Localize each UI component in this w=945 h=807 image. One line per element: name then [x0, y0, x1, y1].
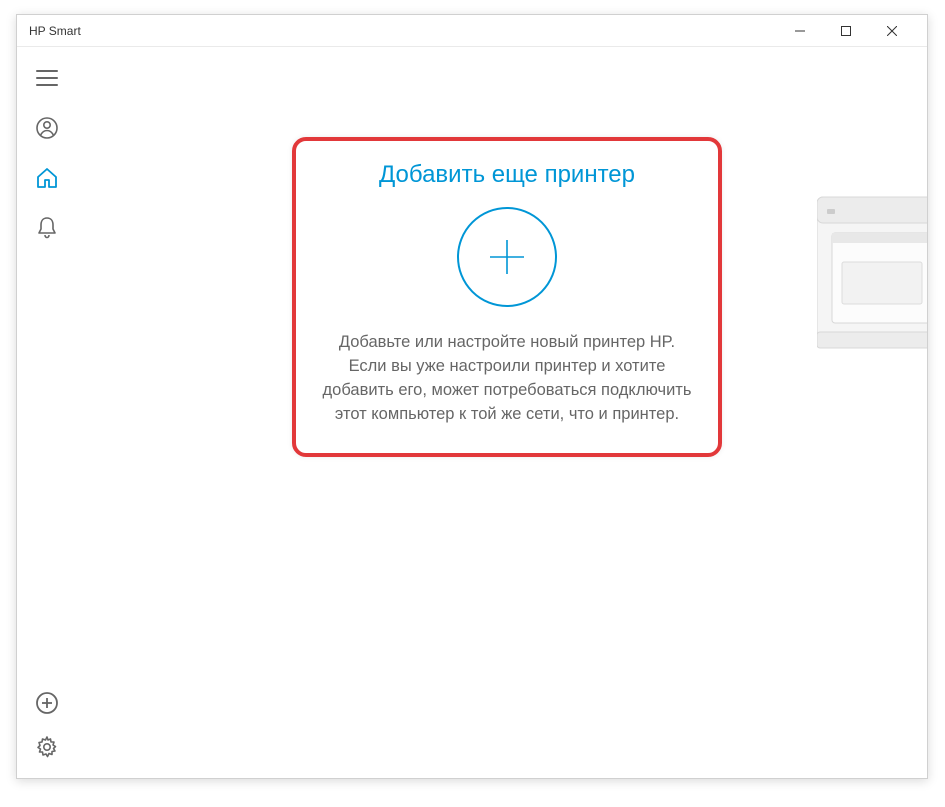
home-button[interactable]: [34, 165, 60, 191]
gear-icon: [35, 735, 59, 759]
content-area: Добавить еще принтер Добавьте или настро…: [17, 47, 927, 778]
printer-icon: [817, 177, 927, 377]
bell-icon: [36, 216, 58, 240]
add-button[interactable]: [34, 690, 60, 716]
hamburger-icon: [36, 68, 58, 88]
home-icon: [35, 166, 59, 190]
window-controls: [777, 15, 915, 47]
minimize-button[interactable]: [777, 15, 823, 47]
sidebar-bottom: [17, 690, 77, 760]
card-description: Добавьте или настройте новый принтер HP.…: [322, 331, 692, 427]
titlebar: HP Smart: [17, 15, 927, 47]
plus-circle-icon: [35, 691, 59, 715]
plus-icon: [482, 232, 532, 282]
settings-button[interactable]: [34, 734, 60, 760]
window-title: HP Smart: [29, 24, 81, 38]
maximize-button[interactable]: [823, 15, 869, 47]
sidebar-top: [17, 65, 77, 690]
add-printer-card[interactable]: Добавить еще принтер Добавьте или настро…: [292, 137, 722, 457]
add-printer-plus-button[interactable]: [457, 207, 557, 307]
sidebar: [17, 47, 77, 778]
account-icon: [35, 116, 59, 140]
maximize-icon: [841, 26, 851, 36]
notifications-button[interactable]: [34, 215, 60, 241]
card-title: Добавить еще принтер: [379, 161, 635, 189]
close-icon: [887, 26, 897, 36]
main-area: Добавить еще принтер Добавьте или настро…: [77, 47, 927, 778]
account-button[interactable]: [34, 115, 60, 141]
hamburger-button[interactable]: [34, 65, 60, 91]
close-button[interactable]: [869, 15, 915, 47]
app-window: HP Smart: [16, 14, 928, 779]
minimize-icon: [795, 26, 805, 36]
printer-image[interactable]: [817, 177, 927, 377]
